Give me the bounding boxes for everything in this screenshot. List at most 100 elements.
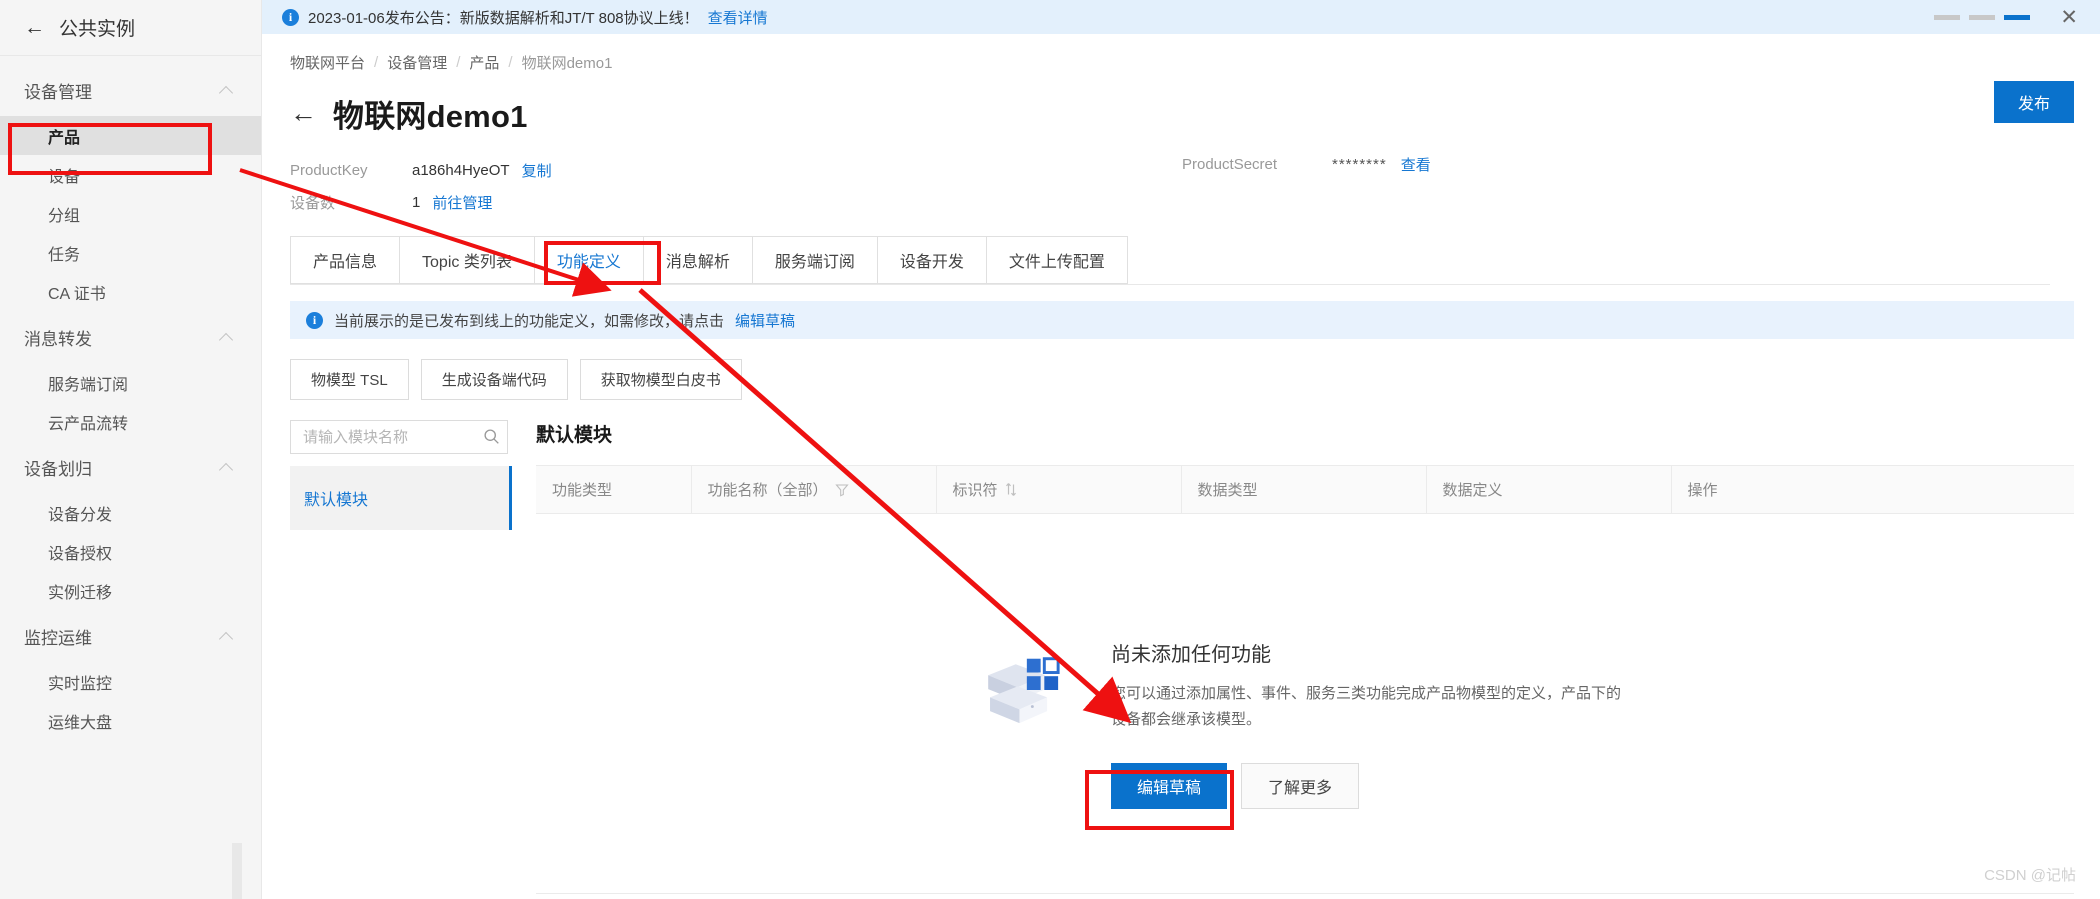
arrow-left-icon[interactable]: ← bbox=[290, 100, 317, 127]
app-root: ← 公共实例 设备管理 产品 设备 分组 任务 CA 证书 消息转发 服务端订阅… bbox=[0, 0, 2100, 899]
carousel-dot-active[interactable] bbox=[2004, 14, 2031, 20]
sidebar-group-monitoring[interactable]: 监控运维 bbox=[0, 610, 261, 662]
chevron-up-icon[interactable] bbox=[220, 461, 233, 474]
breadcrumb-item-platform[interactable]: 物联网平台 bbox=[290, 52, 365, 73]
module-detail-panel: 默认模块 功能类型 功能名称（全部） 标识符 数据类型 数据定义 操作 尚未添加… bbox=[536, 420, 2100, 894]
breadcrumb-item-device-management[interactable]: 设备管理 bbox=[387, 52, 447, 73]
get-whitepaper-button[interactable]: 获取物模型白皮书 bbox=[579, 359, 742, 400]
instance-selector[interactable]: ← 公共实例 bbox=[0, 0, 261, 56]
empty-state-actions: 编辑草稿 了解更多 bbox=[1111, 763, 1631, 810]
empty-state-title: 尚未添加任何功能 bbox=[1111, 643, 1271, 666]
search-input[interactable] bbox=[290, 420, 508, 454]
chevron-up-icon[interactable] bbox=[220, 84, 233, 97]
sidebar-item-label: 实例迁移 bbox=[48, 584, 113, 602]
filter-icon[interactable] bbox=[834, 483, 849, 497]
tsl-model-button[interactable]: 物模型 TSL bbox=[290, 359, 409, 400]
sidebar-nav: 设备管理 产品 设备 分组 任务 CA 证书 消息转发 服务端订阅 云产品流转 … bbox=[0, 56, 261, 740]
sidebar-item-label: 产品 bbox=[48, 129, 81, 147]
module-item-default[interactable]: 默认模块 bbox=[290, 466, 512, 530]
sort-icon[interactable] bbox=[1005, 482, 1017, 497]
breadcrumb-item-current: 物联网demo1 bbox=[521, 55, 613, 72]
tab-topic-list[interactable]: Topic 类列表 bbox=[400, 237, 535, 283]
chevron-up-icon[interactable] bbox=[220, 331, 233, 344]
function-table: 功能类型 功能名称（全部） 标识符 数据类型 数据定义 操作 尚未添加任何功能 … bbox=[536, 465, 2074, 894]
device-count-row: 设备数 1 前往管理 bbox=[290, 186, 2100, 218]
sidebar-item-server-subscription[interactable]: 服务端订阅 bbox=[0, 363, 261, 402]
column-actions: 操作 bbox=[1671, 465, 2074, 514]
tab-bar: 产品信息 Topic 类列表 功能定义 消息解析 服务端订阅 设备开发 文件上传… bbox=[290, 236, 1128, 284]
edit-draft-link[interactable]: 编辑草稿 bbox=[735, 310, 795, 331]
function-definition-content: 默认模块 默认模块 功能类型 功能名称（全部） bbox=[290, 420, 2100, 894]
announcement-text: 2023-01-06发布公告：新版数据解析和JT/T 808协议上线！ bbox=[308, 9, 699, 27]
table-header-row: 功能类型 功能名称（全部） 标识符 数据类型 数据定义 操作 bbox=[536, 465, 2074, 514]
table-empty-row: 尚未添加任何功能 您可以通过添加属性、事件、服务三类功能完成产品物模型的定义，产… bbox=[536, 513, 2074, 894]
sidebar-item-ca-certificate[interactable]: CA 证书 bbox=[0, 272, 261, 311]
info-alert-text: 当前展示的是已发布到线上的功能定义，如需修改，请点击 bbox=[334, 312, 725, 330]
sidebar-item-cloud-product-flow[interactable]: 云产品流转 bbox=[0, 402, 261, 441]
carousel-dot[interactable] bbox=[1934, 14, 1961, 20]
publish-button[interactable]: 发布 bbox=[1993, 81, 2074, 123]
close-icon[interactable]: ✕ bbox=[2056, 7, 2082, 28]
product-key-label: ProductKey bbox=[290, 161, 368, 179]
sidebar-item-groups[interactable]: 分组 bbox=[0, 194, 261, 233]
module-title: 默认模块 bbox=[536, 425, 613, 446]
edit-draft-button[interactable]: 编辑草稿 bbox=[1111, 763, 1228, 810]
column-label: 功能类型 bbox=[552, 482, 613, 499]
sidebar-item-label: 运维大盘 bbox=[48, 714, 113, 732]
empty-state-description: 您可以通过添加属性、事件、服务三类功能完成产品物模型的定义，产品下的设备都会继承… bbox=[1111, 684, 1622, 728]
generate-device-code-button[interactable]: 生成设备端代码 bbox=[420, 359, 568, 400]
sidebar-item-devices[interactable]: 设备 bbox=[0, 155, 261, 194]
sidebar: ← 公共实例 设备管理 产品 设备 分组 任务 CA 证书 消息转发 服务端订阅… bbox=[0, 0, 262, 899]
sidebar-item-instance-migration[interactable]: 实例迁移 bbox=[0, 571, 261, 610]
copy-product-key-link[interactable]: 复制 bbox=[522, 160, 552, 181]
sidebar-item-label: CA 证书 bbox=[48, 285, 106, 303]
column-identifier: 标识符 bbox=[936, 465, 1182, 514]
carousel-dot[interactable] bbox=[1969, 14, 1996, 20]
sidebar-item-device-authorization[interactable]: 设备授权 bbox=[0, 532, 261, 571]
tab-file-upload-config[interactable]: 文件上传配置 bbox=[987, 237, 1127, 283]
tab-server-subscription[interactable]: 服务端订阅 bbox=[753, 237, 878, 283]
view-product-secret-link[interactable]: 查看 bbox=[1401, 154, 1431, 175]
empty-state-body: 尚未添加任何功能 您可以通过添加属性、事件、服务三类功能完成产品物模型的定义，产… bbox=[1111, 638, 1631, 810]
empty-state-cell: 尚未添加任何功能 您可以通过添加属性、事件、服务三类功能完成产品物模型的定义，产… bbox=[536, 513, 2074, 894]
announcement-detail-link[interactable]: 查看详情 bbox=[708, 7, 768, 28]
sidebar-item-tasks[interactable]: 任务 bbox=[0, 233, 261, 272]
empty-state: 尚未添加任何功能 您可以通过添加属性、事件、服务三类功能完成产品物模型的定义，产… bbox=[536, 638, 2074, 810]
sidebar-item-label: 设备 bbox=[48, 168, 81, 186]
column-function-name: 功能名称（全部） bbox=[691, 465, 937, 514]
go-to-device-management-link[interactable]: 前往管理 bbox=[432, 192, 492, 213]
sidebar-item-device-distribution[interactable]: 设备分发 bbox=[0, 493, 261, 532]
sidebar-group-message-forwarding[interactable]: 消息转发 bbox=[0, 311, 261, 363]
main-content: i 2023-01-06发布公告：新版数据解析和JT/T 808协议上线！ 查看… bbox=[262, 0, 2100, 899]
tab-function-definition[interactable]: 功能定义 bbox=[535, 237, 644, 283]
column-function-type: 功能类型 bbox=[536, 465, 692, 514]
column-data-definition: 数据定义 bbox=[1426, 465, 1672, 514]
chevron-up-icon[interactable] bbox=[220, 630, 233, 643]
sidebar-group-device-assignment[interactable]: 设备划归 bbox=[0, 441, 261, 493]
column-label: 功能名称（全部） bbox=[707, 482, 828, 499]
sidebar-group-device-management[interactable]: 设备管理 bbox=[0, 64, 261, 116]
sidebar-item-realtime-monitoring[interactable]: 实时监控 bbox=[0, 662, 261, 701]
sidebar-item-products[interactable]: 产品 bbox=[0, 116, 261, 155]
product-meta: ProductKey a186h4HyeOT 复制 设备数 1 前往管理 Pro… bbox=[262, 136, 2100, 218]
sidebar-group-label: 设备管理 bbox=[24, 82, 92, 102]
column-label: 标识符 bbox=[952, 482, 998, 499]
sidebar-scrollbar[interactable] bbox=[232, 843, 242, 899]
model-toolbar: 物模型 TSL 生成设备端代码 获取物模型白皮书 bbox=[290, 359, 2100, 400]
page-header: ← 物联网demo1 发布 bbox=[262, 73, 2100, 136]
breadcrumb-item-products[interactable]: 产品 bbox=[469, 52, 499, 73]
tab-divider bbox=[290, 284, 2050, 285]
sidebar-item-ops-dashboard[interactable]: 运维大盘 bbox=[0, 701, 261, 740]
sidebar-item-label: 实时监控 bbox=[48, 675, 113, 693]
learn-more-button[interactable]: 了解更多 bbox=[1241, 763, 1360, 810]
empty-box-icon bbox=[988, 656, 1060, 723]
arrow-left-icon[interactable]: ← bbox=[24, 17, 45, 38]
product-secret-label: ProductSecret bbox=[1182, 156, 1278, 173]
tab-product-info[interactable]: 产品信息 bbox=[291, 237, 401, 283]
tab-message-parsing[interactable]: 消息解析 bbox=[644, 237, 753, 283]
page-title: 物联网demo1 bbox=[333, 99, 528, 134]
table-header: 功能类型 功能名称（全部） 标识符 数据类型 数据定义 操作 bbox=[536, 465, 2074, 514]
tab-device-development[interactable]: 设备开发 bbox=[878, 237, 987, 283]
column-data-type: 数据类型 bbox=[1181, 465, 1427, 514]
announcement-controls: ✕ bbox=[1934, 7, 2082, 28]
